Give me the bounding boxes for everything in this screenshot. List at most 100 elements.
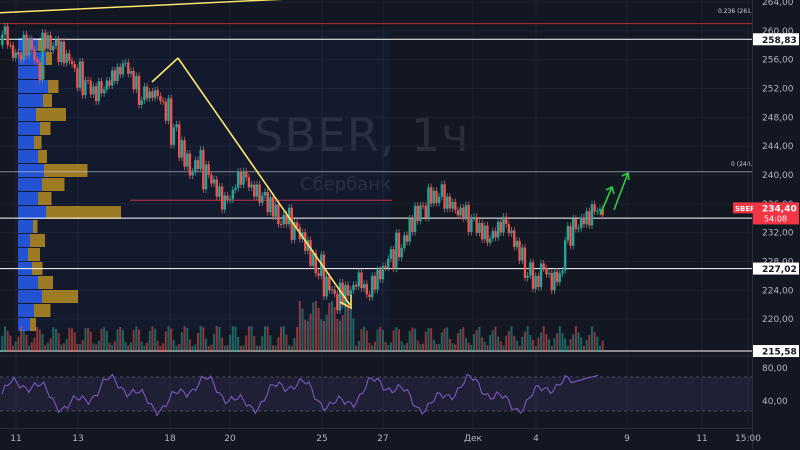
volume-bar [392,330,395,352]
volume-bar [154,328,157,352]
volume-bar [556,333,559,352]
candle-body [317,273,320,276]
price-tick-label: 244,00 [762,142,794,152]
volume-bar [159,345,162,352]
candle-body [242,171,245,185]
volume-bar [580,337,583,352]
volume-bar [411,327,414,352]
candle-body [529,262,532,276]
volume-bar [454,344,457,352]
volume-bar [223,345,226,352]
candle-body [49,35,52,51]
volume-bar [333,307,336,352]
volume-bar [255,345,258,352]
volume-bar [330,301,333,352]
volume-bar [194,344,197,352]
time-tick-label: 9 [624,434,630,444]
volume-bar [210,344,213,352]
volume-bar [282,326,285,352]
volume-bar [127,345,130,352]
volume-bar [290,345,293,352]
volume-bar [188,339,191,352]
volume-bar [341,315,344,352]
volume-bar [218,326,221,352]
candle-body [338,282,342,311]
candle-body [65,53,68,64]
candle-body [354,284,358,287]
candle-body [167,98,170,121]
volume-bar [175,345,178,352]
candle-body [349,290,352,296]
volume-bar [20,326,23,352]
candle-body [429,187,433,204]
candle-body [373,275,377,290]
candle-body [153,90,157,98]
volume-bar [108,342,111,352]
volume-bar [531,339,534,352]
volume-bar [25,334,28,352]
volume-bar [360,329,363,352]
candle-body [553,271,556,291]
volume-bar [526,326,529,352]
candle-body [35,59,39,63]
candle-body [228,199,232,201]
candle-body [148,91,151,99]
volume-bar [213,333,216,352]
volume-bar [183,326,186,352]
volume-bar [368,342,371,352]
candle-body [282,214,285,225]
volume-bar [494,326,497,352]
candle-body [92,86,95,95]
volume-bar [172,340,175,352]
volume-bar [481,337,484,352]
volume-bar [363,326,366,352]
candle-body [218,186,221,197]
volume-bar [229,334,232,352]
candle-body [119,66,122,75]
candle-body [52,45,55,51]
candle-body [226,195,229,200]
volume-bar [138,329,141,352]
volume-bar [451,343,454,352]
candle-body [25,34,28,56]
candle-body [202,149,205,190]
candle-body [336,293,339,311]
candle-body [279,223,283,225]
rsi-tick-label: 80,00 [762,364,788,374]
current-price-label: 234,40 [762,204,797,214]
volume-bar [234,326,237,352]
price-tick-label: 248,00 [762,113,794,123]
volume-bar [52,327,55,352]
volume-bar [347,301,350,352]
candle-body [156,90,159,97]
candle-body [504,216,508,225]
volume-bar [553,338,556,352]
volume-bar [314,301,317,352]
volume-bar [384,342,387,352]
candle-body [537,276,540,287]
volume-bar [406,343,409,352]
volume-bar [312,302,315,352]
volume-bar [22,330,25,352]
candle-body [486,225,489,243]
volume-bar [435,343,438,352]
candle-body [44,32,47,49]
volume-bar [4,326,6,352]
volume-bar [424,331,427,352]
candle-body [89,80,92,95]
volume-bar [505,335,508,352]
chart-canvas[interactable]: 264,00260,00256,00252,00248,00244,00240,… [0,0,800,449]
candle-body [151,91,154,98]
candle-body [180,140,184,158]
volume-bar [489,334,492,352]
volume-bar [582,345,585,352]
candle-body [159,96,162,101]
candle-body [70,61,74,65]
candle-body [9,45,12,47]
candle-body [207,164,210,175]
volume-bar [550,345,553,352]
volume-bar [408,331,411,352]
candle-body [365,284,369,295]
volume-bar [30,342,33,352]
volume-bar [178,343,181,352]
